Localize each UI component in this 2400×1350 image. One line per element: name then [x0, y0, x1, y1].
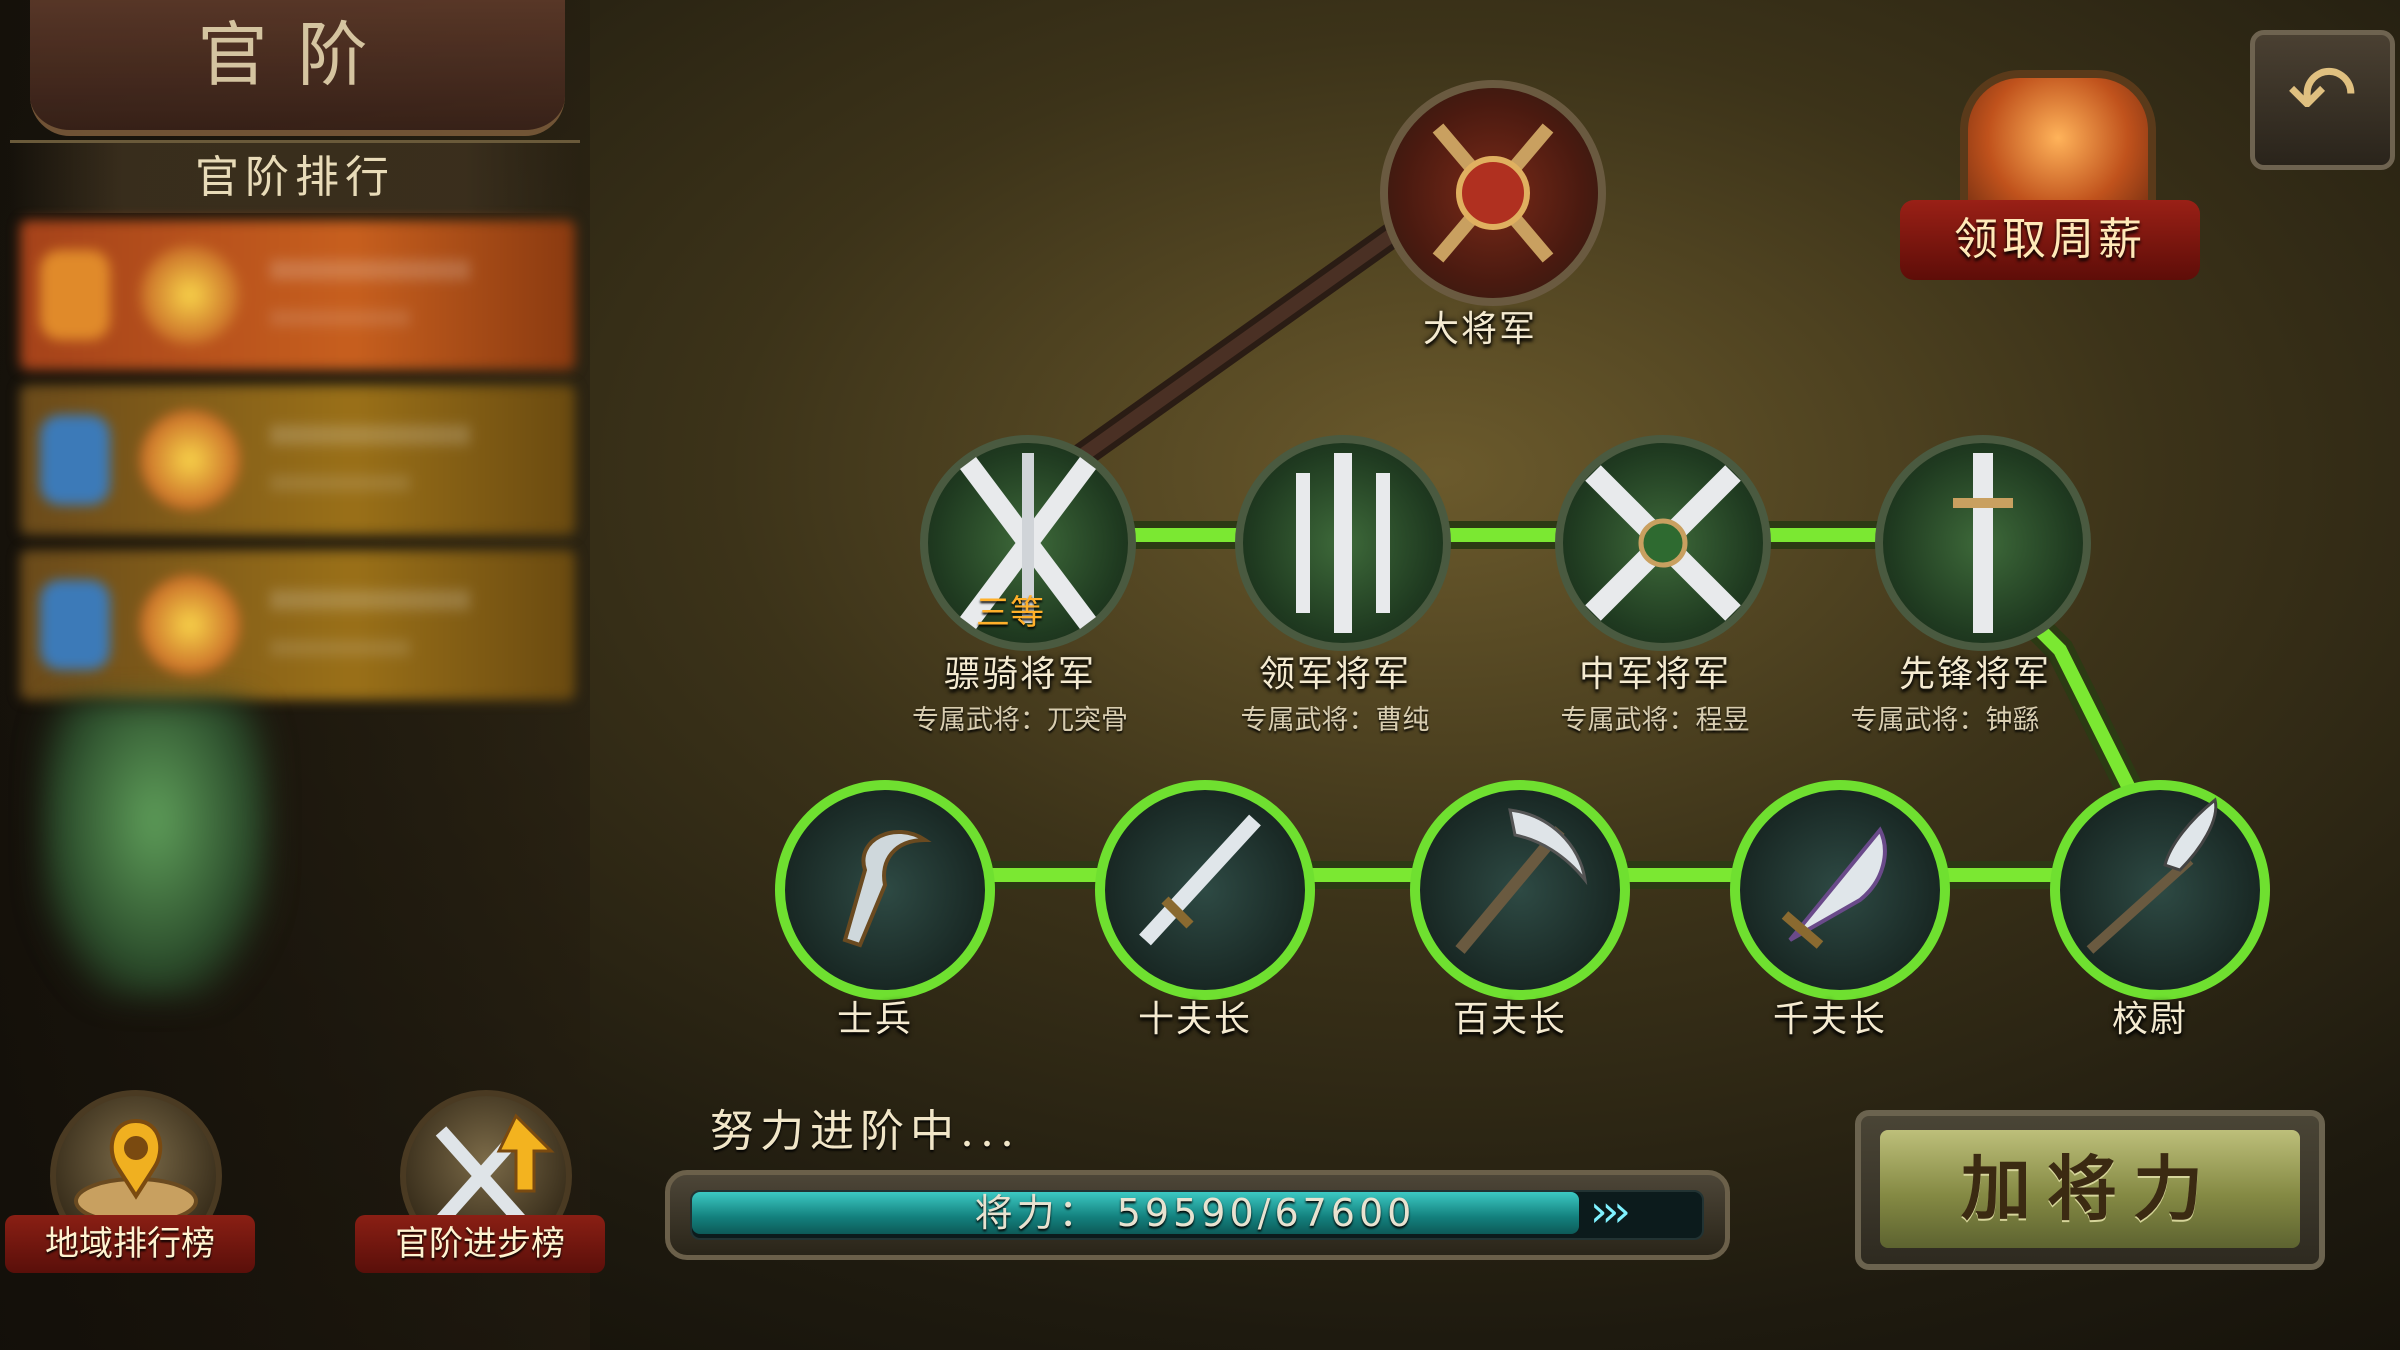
rank-name: 士兵 [836, 999, 913, 1040]
triple-swords-icon [1296, 453, 1390, 633]
rank-name: 骠骑将军 [943, 654, 1096, 695]
exclusive-hero: 专属武将：程昱 [1560, 705, 1750, 736]
rank-name: 百夫长 [1452, 999, 1567, 1040]
rank-node-upper-4[interactable] [1875, 435, 2091, 651]
rank-name: 校尉 [2111, 999, 2188, 1040]
rank-node-top[interactable] [1380, 80, 1606, 306]
rank-node-lower-4[interactable] [1730, 780, 1950, 1000]
rank-name: 领军将军 [1258, 654, 1411, 695]
rank-node-upper-3[interactable] [1555, 435, 1771, 651]
crossed-blades-icon [1585, 465, 1741, 621]
rank-node-upper-2[interactable] [1235, 435, 1451, 651]
rank-name: 中军将军 [1578, 654, 1731, 695]
pick-axe-icon [1455, 808, 1588, 954]
add-power-button[interactable]: 加将力 [1880, 1130, 2300, 1248]
rank-node-lower-1[interactable] [775, 780, 995, 1000]
grade-tag: 三等 [976, 593, 1044, 633]
exclusive-hero: 专属武将：曹纯 [1240, 705, 1430, 736]
rank-node-lower-3[interactable] [1410, 780, 1630, 1000]
exclusive-hero: 专属武将：兀突骨 [912, 705, 1128, 736]
rank-name: 先锋将军 [1898, 654, 2051, 695]
rank-name: 千夫长 [1772, 999, 1887, 1040]
sickle-icon [842, 829, 932, 948]
rank-node-lower-5[interactable] [2050, 780, 2270, 1000]
rank-name: 大将军 [1422, 309, 1537, 350]
single-sword-icon [1953, 453, 2013, 633]
dagger-icon [1139, 814, 1261, 946]
axe-emblem-icon [1432, 123, 1554, 263]
general-power-value: 将力： 59590/67600 [974, 1191, 1416, 1235]
rank-node-lower-2[interactable] [1095, 780, 1315, 1000]
progress-caption: 努力进阶中... [710, 1106, 1020, 1157]
glaive-icon [2086, 797, 2218, 954]
exclusive-hero: 专属武将：钟繇 [1850, 705, 2040, 736]
saber-icon [1781, 826, 1887, 949]
rank-name: 十夫长 [1137, 999, 1252, 1040]
